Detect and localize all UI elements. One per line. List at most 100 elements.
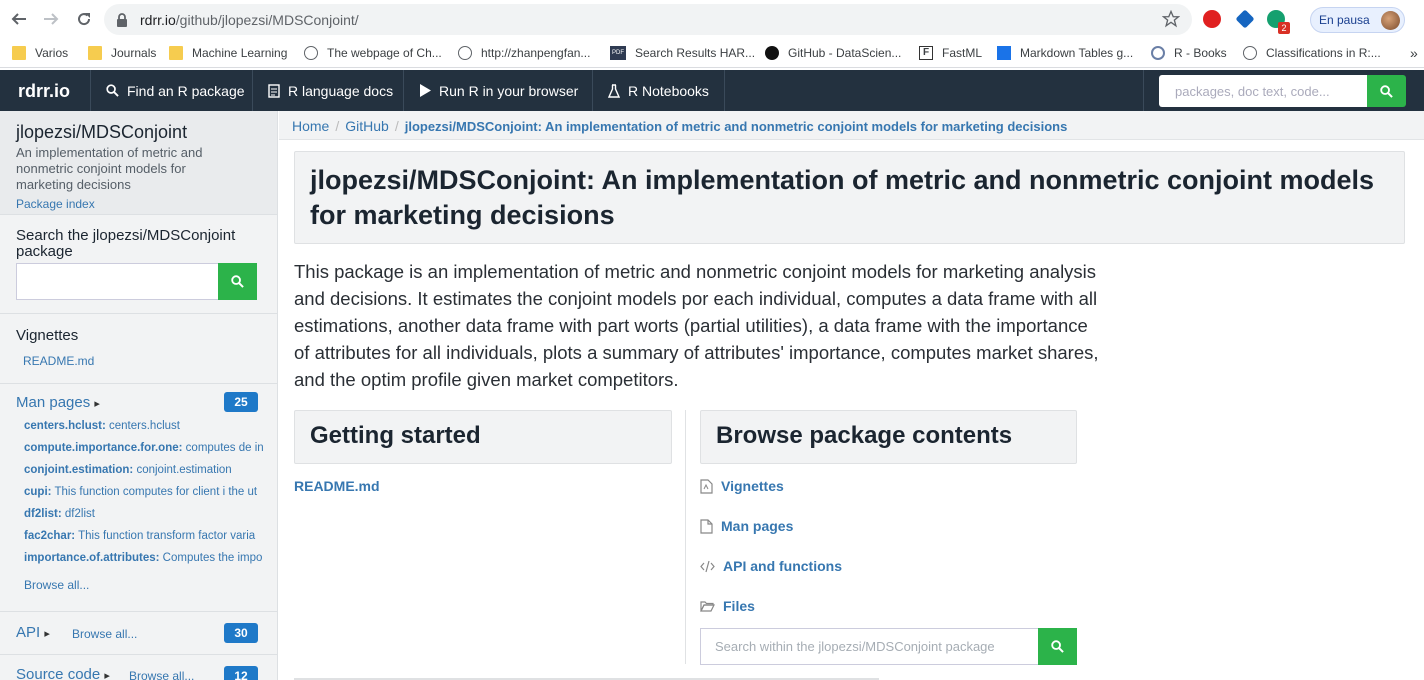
man-pages-browse-all-link[interactable]: Browse all... <box>24 578 264 592</box>
man-page-item[interactable]: centers.hclust: centers.hclust <box>24 420 264 432</box>
man-page-item[interactable]: compute.importance.for.one: computes de … <box>24 442 264 454</box>
browser-toolbar: rdrr.io/github/jlopezsi/MDSConjoint/ 2 E… <box>0 0 1424 39</box>
package-content-search-button[interactable] <box>1038 628 1077 665</box>
vignette-readme-link[interactable]: README.md <box>23 354 94 368</box>
man-page-desc: computes de in <box>185 442 264 454</box>
profile-status-label: En pausa <box>1319 13 1370 27</box>
bookmark-r-books[interactable]: R - Books <box>1151 44 1227 62</box>
getting-started-readme-link[interactable]: README.md <box>294 478 380 494</box>
caret-right-icon: ▸ <box>44 628 50 640</box>
brand-logo[interactable]: rdrr.io <box>0 70 91 111</box>
bookmark-label: Varios <box>35 46 69 60</box>
browse-vignettes-link[interactable]: Vignettes <box>700 478 784 494</box>
graduation-extension-icon[interactable] <box>1235 9 1255 29</box>
bookmark-webpage[interactable]: The webpage of Ch... <box>304 44 442 62</box>
source-code-heading[interactable]: Source code ▸ <box>16 666 110 680</box>
browse-link-label: Files <box>723 598 755 614</box>
pdf-icon: PDF <box>610 46 626 60</box>
sidebar-package-title[interactable]: jlopezsi/MDSConjoint <box>16 122 187 143</box>
source-browse-all-link[interactable]: Browse all... <box>129 669 194 680</box>
bookmark-machine-learning[interactable]: Machine Learning <box>169 44 287 62</box>
man-page-name: fac2char: <box>24 530 76 542</box>
bookmark-label: Search Results HAR... <box>635 46 756 60</box>
man-pages-heading[interactable]: Man pages ▸ <box>16 394 100 411</box>
man-page-item[interactable]: fac2char: This function transform factor… <box>24 530 264 542</box>
browse-files-link[interactable]: Files <box>700 598 755 614</box>
nav-run-r[interactable]: Run R in your browser <box>404 70 593 111</box>
nav-find-package[interactable]: Find an R package <box>91 70 253 111</box>
site-search-button[interactable] <box>1367 75 1406 107</box>
table-icon <box>997 46 1011 60</box>
sidebar-vignettes-section: Vignettes README.md <box>0 314 277 384</box>
man-page-item[interactable]: importance.of.attributes: Computes the i… <box>24 552 264 564</box>
package-content-search-input[interactable] <box>700 628 1039 665</box>
man-pages-count-badge: 25 <box>224 392 258 412</box>
getting-started-heading: Getting started <box>294 410 672 464</box>
address-bar[interactable]: rdrr.io/github/jlopezsi/MDSConjoint/ <box>104 4 1192 35</box>
man-page-name: centers.hclust: <box>24 420 106 432</box>
nav-label: Run R in your browser <box>439 82 579 99</box>
api-heading[interactable]: API ▸ <box>16 624 50 641</box>
bookmark-har[interactable]: PDF Search Results HAR... <box>610 44 755 62</box>
browse-man-pages-link[interactable]: Man pages <box>700 518 793 534</box>
column-divider <box>685 410 686 664</box>
forward-button[interactable] <box>40 8 62 30</box>
bookmark-classifications[interactable]: Classifications in R:... <box>1243 44 1381 62</box>
package-index-link[interactable]: Package index <box>16 197 95 211</box>
sidebar-search-input[interactable] <box>16 263 219 300</box>
caret-right-icon: ▸ <box>94 398 100 410</box>
caret-right-icon: ▸ <box>104 670 110 680</box>
source-count-badge: 12 <box>224 666 258 680</box>
bookmark-fastml[interactable]: F FastML <box>919 44 982 62</box>
bookmark-star-icon[interactable] <box>1162 10 1180 28</box>
site-search-input[interactable] <box>1159 75 1367 107</box>
back-arrow-icon <box>11 13 26 25</box>
back-button[interactable] <box>8 8 30 30</box>
reload-button[interactable] <box>73 8 95 30</box>
nav-label: R language docs <box>288 82 394 99</box>
man-page-item[interactable]: conjoint.estimation: conjoint.estimation <box>24 464 264 476</box>
browse-link-label: API and functions <box>723 558 842 574</box>
avatar <box>1380 11 1400 30</box>
folder-icon <box>88 46 102 60</box>
site-search <box>1143 70 1424 111</box>
bookmark-varios[interactable]: Varios <box>12 44 68 62</box>
search-icon <box>1051 640 1064 653</box>
man-page-desc: This function computes for client i the … <box>54 486 258 498</box>
lock-icon <box>117 13 127 27</box>
man-page-item[interactable]: cupi: This function computes for client … <box>24 486 264 498</box>
nav-r-docs[interactable]: R language docs <box>253 70 404 111</box>
breadcrumb-home[interactable]: Home <box>292 118 329 134</box>
bookmark-label: Machine Learning <box>192 46 288 60</box>
url-path: /github/jlopezsi/MDSConjoint/ <box>175 12 359 28</box>
bookmark-label: R - Books <box>1174 46 1227 60</box>
fastml-icon: F <box>919 46 933 60</box>
nav-notebooks[interactable]: R Notebooks <box>593 70 725 111</box>
breadcrumb-github[interactable]: GitHub <box>345 118 389 134</box>
browse-api-link[interactable]: API and functions <box>700 558 842 574</box>
reload-icon <box>78 13 91 26</box>
man-page-desc: conjoint.estimation <box>136 464 232 476</box>
man-page-name: df2list: <box>24 508 62 520</box>
man-page-item[interactable]: df2list: df2list <box>24 508 264 520</box>
sidebar-man-pages-section: Man pages ▸ 25 centers.hclust: centers.h… <box>0 384 277 612</box>
bookmark-label: http://zhanpengfan... <box>481 46 591 60</box>
play-icon <box>420 84 431 97</box>
api-browse-all-link[interactable]: Browse all... <box>72 627 137 641</box>
bookmarks-overflow-chevron-icon[interactable]: » <box>1410 44 1418 62</box>
sidebar-header: jlopezsi/MDSConjoint An implementation o… <box>0 111 277 215</box>
bookmark-github[interactable]: GitHub - DataScien... <box>765 44 901 62</box>
folder-icon <box>12 46 26 60</box>
man-page-name: cupi: <box>24 486 52 498</box>
profile-button[interactable]: En pausa <box>1310 7 1405 33</box>
bookmark-journals[interactable]: Journals <box>88 44 156 62</box>
bookmark-zhanpengfan[interactable]: http://zhanpengfan... <box>458 44 590 62</box>
sidebar-search-button[interactable] <box>218 263 257 300</box>
breadcrumb-current[interactable]: jlopezsi/MDSConjoint: An implementation … <box>405 119 1068 134</box>
bookmark-markdown-tables[interactable]: Markdown Tables g... <box>997 44 1133 62</box>
folder-icon <box>169 46 183 60</box>
bookmark-label: Classifications in R:... <box>1266 46 1381 60</box>
opera-extension-icon[interactable] <box>1203 10 1221 28</box>
man-page-name: compute.importance.for.one: <box>24 442 183 454</box>
page-title: jlopezsi/MDSConjoint: An implementation … <box>310 165 1375 230</box>
